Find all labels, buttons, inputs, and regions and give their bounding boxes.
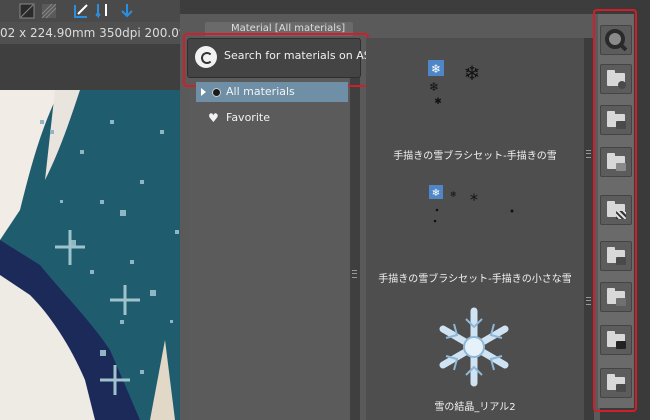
arrow-down-icon[interactable] xyxy=(118,2,136,20)
assets-highlight-box xyxy=(183,33,369,87)
canvas-info: 02 x 224.90mm 350dpi 200.0% xyxy=(0,22,190,44)
tree-item-label: Favorite xyxy=(226,111,270,124)
material-disc-icon xyxy=(212,88,221,97)
splitter-grip-icon[interactable] xyxy=(586,297,591,305)
panel-title-bar xyxy=(180,0,600,14)
material-name[interactable]: 手描きの雪ブラシセット-手描きの小さな雪 xyxy=(366,270,584,285)
small-snow-brush-thumbnail[interactable]: ❄ ❄ * xyxy=(425,183,525,225)
side-toolbar-highlight-box xyxy=(593,9,637,412)
heart-icon: ♥ xyxy=(208,111,219,125)
right-edge-panel xyxy=(637,0,650,420)
canvas-artwork[interactable] xyxy=(0,90,190,420)
material-name[interactable]: 雪の結晶_リアル2 xyxy=(366,398,584,413)
splitter-grip-icon[interactable] xyxy=(352,270,357,278)
brush-icon[interactable] xyxy=(18,2,36,20)
material-name[interactable]: 手描きの雪ブラシセット-手描きの雪 xyxy=(366,147,584,162)
tree-item-favorite[interactable]: ♥ Favorite xyxy=(196,108,348,128)
svg-text:✱: ✱ xyxy=(434,97,442,107)
top-toolbar xyxy=(0,0,190,22)
expand-triangle-icon[interactable] xyxy=(201,88,206,96)
transform-icon[interactable] xyxy=(72,2,90,20)
snowflake-thumbnail[interactable] xyxy=(432,305,516,389)
svg-text:❄: ❄ xyxy=(464,61,481,85)
tree-splitter[interactable] xyxy=(350,38,360,420)
svg-text:❄: ❄ xyxy=(431,62,441,76)
svg-text:❄: ❄ xyxy=(450,190,457,199)
svg-text:❄: ❄ xyxy=(429,80,439,94)
tree-item-all-materials[interactable]: All materials xyxy=(196,82,348,102)
tree-item-label: All materials xyxy=(226,85,295,98)
hatch-icon[interactable] xyxy=(40,2,58,20)
artwork-image xyxy=(0,90,190,420)
snow-brush-thumbnail[interactable]: ❄ ❄ ❄ ✱ xyxy=(420,58,490,108)
svg-text:*: * xyxy=(470,190,478,209)
splitter-grip-icon[interactable] xyxy=(586,150,591,158)
svg-text:❄: ❄ xyxy=(432,188,440,199)
move-down-icon[interactable] xyxy=(94,2,112,20)
canvas-margin xyxy=(0,44,190,90)
